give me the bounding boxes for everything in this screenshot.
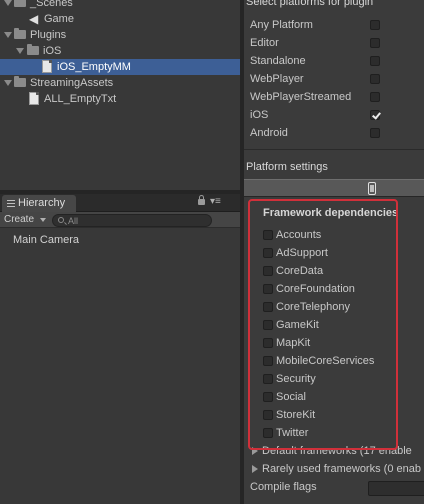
folder-icon bbox=[14, 0, 26, 7]
platform-label: Any Platform bbox=[250, 19, 313, 31]
hierarchy-item-main-camera[interactable]: Main Camera bbox=[13, 234, 79, 246]
folder-icon bbox=[27, 44, 39, 55]
project-item-label: ALL_EmptyTxt bbox=[44, 93, 117, 105]
expand-arrow-icon[interactable] bbox=[252, 465, 258, 473]
project-item-game-scene[interactable]: ◀ Game bbox=[0, 11, 240, 27]
highlight-box bbox=[248, 199, 398, 450]
expand-arrow-icon[interactable] bbox=[16, 48, 24, 54]
project-item-streamingassets-folder[interactable]: StreamingAssets bbox=[0, 75, 240, 91]
folder-icon bbox=[14, 76, 26, 87]
chevron-down-icon[interactable] bbox=[40, 218, 46, 222]
rarely-used-frameworks-foldout[interactable]: Rarely used frameworks (0 enab bbox=[250, 461, 424, 477]
section-separator bbox=[244, 149, 424, 150]
platform-settings-header: Platform settings bbox=[246, 161, 328, 173]
project-item-all-emptytxt[interactable]: ALL_EmptyTxt bbox=[0, 91, 240, 107]
create-button[interactable]: Create bbox=[4, 213, 34, 227]
project-item-ios-emptymm[interactable]: iOS_EmptyMM bbox=[0, 59, 240, 75]
hierarchy-search[interactable] bbox=[52, 214, 212, 227]
project-item-label: Game bbox=[44, 13, 74, 25]
expand-arrow-icon[interactable] bbox=[4, 80, 12, 86]
tab-hierarchy[interactable]: Hierarchy bbox=[2, 195, 76, 212]
project-panel: _Scenes ◀ Game Plugins iOS iOS_EmptyMM S… bbox=[0, 0, 240, 190]
compile-flags-label: Compile flags bbox=[250, 481, 317, 493]
platform-label: WebPlayer bbox=[250, 73, 304, 85]
tab-label: Hierarchy bbox=[18, 197, 66, 209]
project-item-label: Plugins bbox=[30, 29, 67, 41]
platform-label: WebPlayerStreamed bbox=[250, 91, 352, 103]
platform-tab-strip bbox=[244, 179, 424, 197]
hierarchy-icon bbox=[7, 200, 15, 207]
project-item-label: StreamingAssets bbox=[30, 77, 114, 89]
hierarchy-list: Main Camera bbox=[0, 229, 240, 504]
project-item-scenes-folder[interactable]: _Scenes bbox=[0, 0, 240, 11]
platform-row-ios: iOS bbox=[244, 106, 424, 124]
hierarchy-toolbar: Create bbox=[0, 212, 240, 228]
platform-checkbox[interactable] bbox=[370, 128, 380, 138]
project-item-plugins-folder[interactable]: Plugins bbox=[0, 27, 240, 43]
expand-arrow-icon[interactable] bbox=[4, 0, 12, 6]
platform-label: Editor bbox=[250, 37, 279, 49]
project-item-label: iOS_EmptyMM bbox=[57, 61, 131, 73]
search-icon[interactable] bbox=[58, 217, 64, 223]
platform-checkbox[interactable] bbox=[370, 74, 380, 84]
platform-checkbox[interactable] bbox=[370, 20, 380, 30]
folder-icon bbox=[14, 28, 26, 39]
foldout-label: Rarely used frameworks (0 enab bbox=[262, 463, 421, 475]
project-item-ios-folder[interactable]: iOS bbox=[0, 43, 240, 59]
project-item-label: _Scenes bbox=[30, 0, 73, 9]
platform-row-webplayerstreamed: WebPlayerStreamed bbox=[244, 88, 424, 106]
platform-label: Android bbox=[250, 127, 288, 139]
platform-row-webplayer: WebPlayer bbox=[244, 70, 424, 88]
platform-checkbox[interactable] bbox=[370, 38, 380, 48]
project-item-label: iOS bbox=[43, 45, 62, 57]
platform-label: Standalone bbox=[250, 55, 306, 67]
platform-checkbox[interactable] bbox=[370, 110, 380, 120]
platform-row-any: Any Platform bbox=[244, 16, 424, 34]
platform-row-android: Android bbox=[244, 124, 424, 142]
panel-menu-icon[interactable]: ▾≡ bbox=[210, 196, 221, 208]
platform-checkbox[interactable] bbox=[370, 92, 380, 102]
file-icon bbox=[29, 92, 39, 105]
platform-checkbox[interactable] bbox=[370, 56, 380, 66]
compile-flags-field[interactable] bbox=[368, 481, 424, 496]
ios-device-icon[interactable] bbox=[368, 182, 376, 195]
platform-label: iOS bbox=[250, 109, 269, 121]
search-input[interactable] bbox=[68, 215, 208, 226]
lock-icon[interactable] bbox=[198, 195, 205, 205]
expand-arrow-icon[interactable] bbox=[4, 32, 12, 38]
platform-row-standalone: Standalone bbox=[244, 52, 424, 70]
platform-row-editor: Editor bbox=[244, 34, 424, 52]
file-icon bbox=[42, 60, 52, 73]
select-platforms-header: Select platforms for plugin bbox=[246, 0, 374, 8]
unity-scene-icon: ◀ bbox=[29, 12, 39, 26]
